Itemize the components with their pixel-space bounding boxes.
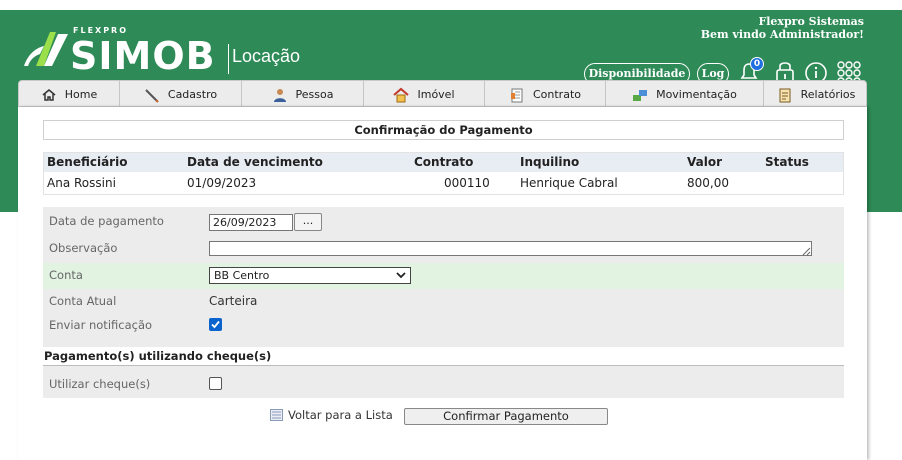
current-account-label: Conta Atual <box>49 294 117 308</box>
cell-inquilino: Henrique Cabral <box>520 176 618 190</box>
row-payment-date: Data de pagamento 26/09/2023 ... <box>43 211 844 233</box>
nav-relatorios-label: Relatórios <box>800 88 856 101</box>
nav-imovel[interactable]: Imóvel <box>364 81 485 108</box>
simob-logo[interactable]: FLEXPRO SIMOB Locação <box>22 22 322 84</box>
person-icon <box>273 88 286 102</box>
nav-contrato-label: Contrato <box>532 88 581 101</box>
col-data-vencimento: Data de vencimento <box>187 155 323 169</box>
page-title: Confirmação do Pagamento <box>43 120 844 140</box>
use-cheque-checkbox[interactable] <box>209 377 222 390</box>
current-account-value: Carteira <box>209 294 258 308</box>
pencil-icon <box>145 88 159 103</box>
cell-valor: 800,00 <box>687 176 729 190</box>
cell-beneficiario: Ana Rossini <box>47 176 116 190</box>
product-name: Locação <box>232 46 301 66</box>
nav-home[interactable]: Home <box>19 81 120 108</box>
notify-label: Enviar notificação <box>49 318 153 332</box>
transfer-icon <box>633 89 648 101</box>
contract-icon <box>510 88 523 102</box>
house-icon <box>393 87 410 102</box>
cell-data-vencimento: 01/09/2023 <box>187 176 257 190</box>
nav-relatorios[interactable]: Relatórios <box>764 81 868 108</box>
home-icon <box>42 88 56 101</box>
row-current-account: Conta Atual Carteira <box>43 294 844 314</box>
nav-movimentacao[interactable]: Movimentação <box>606 81 764 108</box>
check-icon <box>211 320 220 329</box>
account-select[interactable]: BB Centro <box>209 267 411 284</box>
notification-count: 0 <box>753 59 761 69</box>
date-picker-button[interactable]: ... <box>294 213 322 231</box>
cheque-section-title: Pagamento(s) utilizando cheque(s) <box>43 347 844 366</box>
nav-cadastro-label: Cadastro <box>167 88 218 101</box>
notification-badge: 0 <box>750 57 764 71</box>
main-nav: Home Cadastro Pessoa Imóvel Contrato Mov… <box>18 80 868 108</box>
logo-separator <box>228 44 229 74</box>
table-header: Beneficiário Data de vencimento Contrato… <box>44 153 843 172</box>
back-to-list-label: Voltar para a Lista <box>288 408 393 422</box>
nav-contrato[interactable]: Contrato <box>485 81 606 108</box>
row-notify: Enviar notificação <box>43 317 844 337</box>
confirm-payment-button[interactable]: Confirmar Pagamento <box>404 408 608 425</box>
account-selected-value: BB Centro <box>214 269 270 282</box>
nav-imovel-label: Imóvel <box>417 88 455 101</box>
col-status: Status <box>765 155 809 169</box>
row-use-cheque: Utilizar cheque(s) <box>43 375 844 395</box>
use-cheque-label: Utilizar cheque(s) <box>49 377 151 391</box>
payment-form: Data de pagamento 26/09/2023 ... Observa… <box>43 207 844 398</box>
list-icon <box>270 409 283 421</box>
col-contrato: Contrato <box>414 155 474 169</box>
company-name: Flexpro Sistemas <box>758 15 864 28</box>
table-row: Ana Rossini 01/09/2023 000110 Henrique C… <box>44 172 843 194</box>
chevron-down-icon <box>396 272 406 279</box>
account-label: Conta <box>49 268 83 282</box>
form-footer: Voltar para a Lista Confirmar Pagamento <box>18 407 867 427</box>
col-valor: Valor <box>687 155 723 169</box>
observation-textarea[interactable] <box>209 241 812 256</box>
cell-contrato: 000110 <box>444 176 490 190</box>
back-to-list-link[interactable]: Voltar para a Lista <box>270 408 393 422</box>
observation-label: Observação <box>49 241 118 255</box>
logo-mark-icon <box>24 32 68 66</box>
content-panel: Confirmação do Pagamento Beneficiário Da… <box>18 107 867 460</box>
col-beneficiario: Beneficiário <box>47 155 128 169</box>
nav-home-label: Home <box>64 88 98 101</box>
nav-cadastro[interactable]: Cadastro <box>120 81 242 108</box>
resize-handle-icon[interactable] <box>802 247 811 256</box>
nav-movimentacao-label: Movimentação <box>656 88 737 101</box>
notify-checkbox[interactable] <box>209 318 222 331</box>
payment-date-input[interactable]: 26/09/2023 <box>209 214 293 231</box>
nav-pessoa-label: Pessoa <box>295 88 334 101</box>
row-observation: Observação <box>43 238 844 260</box>
report-icon <box>779 88 791 102</box>
welcome-message: Bem vindo Administrador! <box>700 28 864 41</box>
col-inquilino: Inquilino <box>520 155 580 169</box>
payment-table: Beneficiário Data de vencimento Contrato… <box>43 152 844 195</box>
brand-name: SIMOB <box>70 34 216 78</box>
payment-date-label: Data de pagamento <box>49 214 164 228</box>
company-info: Flexpro Sistemas Bem vindo Administrador… <box>701 15 864 41</box>
row-account: Conta BB Centro <box>43 263 844 289</box>
nav-pessoa[interactable]: Pessoa <box>242 81 364 108</box>
